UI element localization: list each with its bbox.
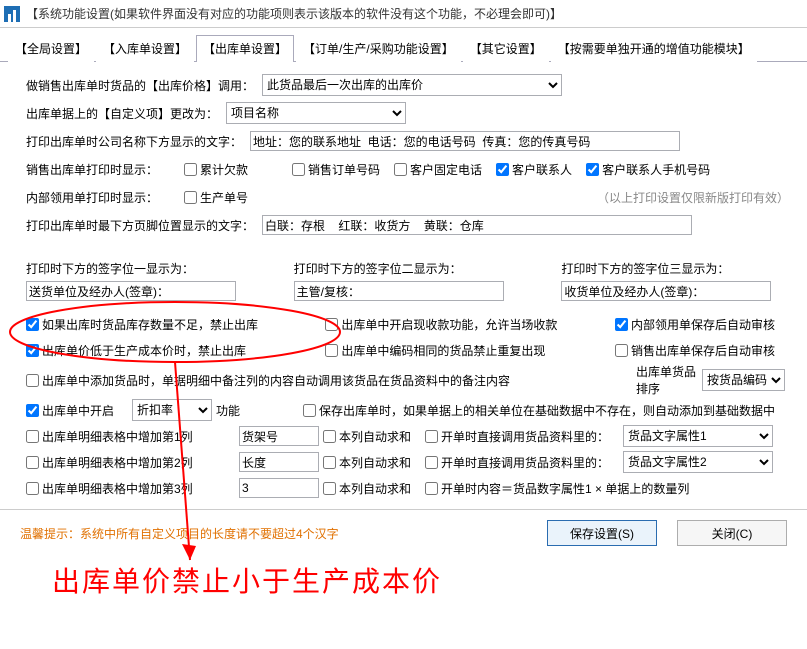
tab-other[interactable]: 【其它设置】 xyxy=(463,35,549,62)
label-print-show: 销售出库单打印时显示： xyxy=(26,161,176,178)
cb-no-dup-code[interactable]: 出库单中编码相同的货品禁止重复出现 xyxy=(325,342,545,359)
cb-col1[interactable]: 出库单明细表格中增加第1列 xyxy=(26,428,221,445)
input-company-text[interactable] xyxy=(250,131,680,151)
cb-remark-auto[interactable]: 出库单中添加货品时，单据明细中备注列的内容自动调用该货品在货品资料中的备注内容 xyxy=(26,372,510,389)
label-company-text: 打印出库单时公司名称下方显示的文字： xyxy=(26,133,242,150)
cb-cash-receive[interactable]: 出库单中开启现收款功能，允许当场收款 xyxy=(325,316,557,333)
cb-col2-call[interactable]: 开单时直接调用货品资料里的： xyxy=(425,454,609,471)
label-func-suffix: 功能 xyxy=(216,402,240,419)
cb-below-cost-forbid[interactable]: 出库单价低于生产成本价时，禁止出库 xyxy=(26,342,246,359)
cb-contact[interactable]: 客户联系人 xyxy=(496,161,572,178)
warm-hint: 温馨提示：系统中所有自定义项目的长度请不要超过4个汉字 xyxy=(20,525,339,542)
save-button[interactable]: 保存设置(S) xyxy=(547,520,657,546)
cb-col3-call[interactable]: 开单时内容＝货品数字属性1 × 单据上的数量列 xyxy=(425,480,689,497)
input-footer-text[interactable] xyxy=(262,215,692,235)
app-icon xyxy=(4,6,20,22)
select-sort[interactable]: 按货品编码 xyxy=(702,369,785,391)
print-hint: （以上打印设置仅限新版打印有效） xyxy=(597,189,789,206)
select-out-price[interactable]: 此货品最后一次出库的出库价 xyxy=(262,74,562,96)
cb-contact-mobile[interactable]: 客户联系人手机号码 xyxy=(586,161,710,178)
cb-fixed-phone[interactable]: 客户固定电话 xyxy=(394,161,482,178)
select-func[interactable]: 折扣率 xyxy=(132,399,212,421)
label-footer-text: 打印出库单时最下方页脚位置显示的文字： xyxy=(26,217,254,234)
label-sign2: 打印时下方的签字位二显示为： xyxy=(294,260,522,277)
input-sign3[interactable] xyxy=(561,281,771,301)
tab-outbound[interactable]: 【出库单设置】 xyxy=(196,35,294,62)
cb-col1-sum[interactable]: 本列自动求和 xyxy=(323,428,411,445)
select-col2-attr[interactable]: 货品文字属性2 xyxy=(623,451,773,473)
label-internal-print: 内部领用单打印时显示： xyxy=(26,189,176,206)
input-col2[interactable] xyxy=(239,452,319,472)
tab-order[interactable]: 【订单/生产/采购功能设置】 xyxy=(296,35,461,62)
select-col1-attr[interactable]: 货品文字属性1 xyxy=(623,425,773,447)
cb-prod-no[interactable]: 生产单号 xyxy=(184,189,248,206)
settings-pane: 做销售出库单时货品的【出库价格】调用： 此货品最后一次出库的出库价 出库单据上的… xyxy=(0,62,807,509)
cb-auto-add-base[interactable]: 保存出库单时，如果单据上的相关单位在基础数据中不存在，则自动添加到基础数据中 xyxy=(303,402,775,419)
label-sign3: 打印时下方的签字位三显示为： xyxy=(561,260,789,277)
label-out-price: 做销售出库单时货品的【出库价格】调用： xyxy=(26,77,254,94)
close-button[interactable]: 关闭(C) xyxy=(677,520,787,546)
input-sign2[interactable] xyxy=(294,281,504,301)
cb-col2[interactable]: 出库单明细表格中增加第2列 xyxy=(26,454,221,471)
annotation-text: 出库单价禁止小于生产成本价 xyxy=(52,560,442,600)
cb-col2-sum[interactable]: 本列自动求和 xyxy=(323,454,411,471)
cb-total-owe[interactable]: 累计欠款 xyxy=(184,161,248,178)
cb-enable-func[interactable]: 出库单中开启 xyxy=(26,402,114,419)
cb-internal-auto-audit[interactable]: 内部领用单保存后自动审核 xyxy=(615,316,775,333)
select-custom-item[interactable]: 项目名称 xyxy=(226,102,406,124)
cb-col3-sum[interactable]: 本列自动求和 xyxy=(323,480,411,497)
label-custom-item: 出库单据上的【自定义项】更改为： xyxy=(26,105,218,122)
tab-extra[interactable]: 【按需要单独开通的增值功能模块】 xyxy=(551,35,757,62)
input-sign1[interactable] xyxy=(26,281,236,301)
footer: 温馨提示：系统中所有自定义项目的长度请不要超过4个汉字 保存设置(S) 关闭(C… xyxy=(0,509,807,556)
title-bar: 【系统功能设置(如果软件界面没有对应的功能项则表示该版本的软件没有这个功能，不必… xyxy=(0,0,807,28)
label-sort: 出库单货品排序 xyxy=(636,363,698,397)
window-title: 【系统功能设置(如果软件界面没有对应的功能项则表示该版本的软件没有这个功能，不必… xyxy=(26,5,562,22)
cb-sale-auto-audit[interactable]: 销售出库单保存后自动审核 xyxy=(615,342,775,359)
cb-col3[interactable]: 出库单明细表格中增加第3列 xyxy=(26,480,221,497)
tab-global[interactable]: 【全局设置】 xyxy=(8,35,94,62)
cb-order-no[interactable]: 销售订单号码 xyxy=(292,161,380,178)
tab-inbound[interactable]: 【入库单设置】 xyxy=(96,35,194,62)
input-col1[interactable] xyxy=(239,426,319,446)
input-col3[interactable] xyxy=(239,478,319,498)
cb-stock-forbid[interactable]: 如果出库时货品库存数量不足，禁止出库 xyxy=(26,316,258,333)
tab-bar: 【全局设置】 【入库单设置】 【出库单设置】 【订单/生产/采购功能设置】 【其… xyxy=(0,28,807,62)
label-sign1: 打印时下方的签字位一显示为： xyxy=(26,260,254,277)
cb-col1-call[interactable]: 开单时直接调用货品资料里的： xyxy=(425,428,609,445)
